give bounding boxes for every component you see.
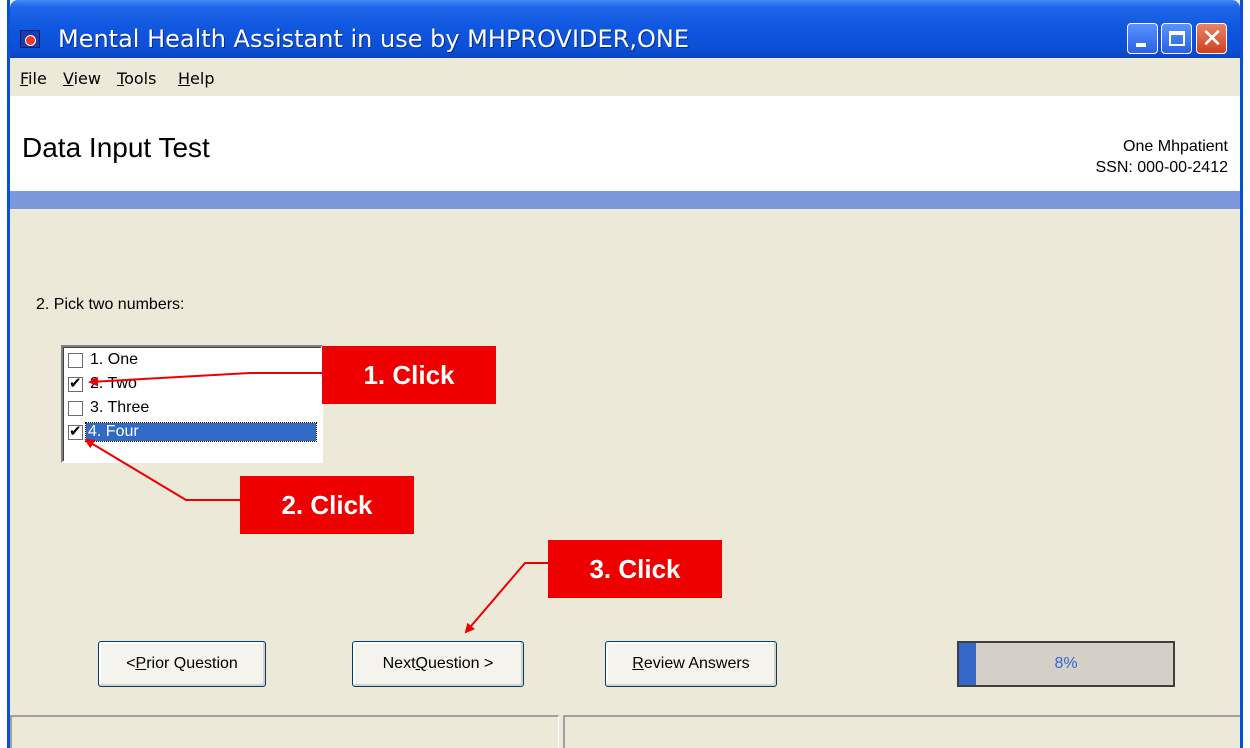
checkbox-option-2[interactable] xyxy=(68,374,83,392)
list-item[interactable]: 3. Three xyxy=(67,397,317,420)
header-divider-band xyxy=(10,191,1240,209)
menu-help[interactable]: Help xyxy=(178,69,214,88)
progress-label: 8% xyxy=(1054,655,1078,672)
menu-file[interactable]: File xyxy=(20,69,47,88)
list-item[interactable]: 2. Two xyxy=(67,373,317,396)
question-text: 2. Pick two numbers: xyxy=(36,296,185,313)
checkbox-option-1[interactable] xyxy=(68,353,83,368)
patient-name: One Mhpatient xyxy=(1123,138,1228,155)
patient-ssn: SSN: 000-00-2412 xyxy=(1095,159,1228,176)
page-title: Data Input Test xyxy=(22,132,210,163)
status-pane-left xyxy=(10,715,559,748)
callout-step-1: 1. Click xyxy=(322,346,496,404)
answer-checklist[interactable]: 1. One 2. Two 3. Three 4. Four xyxy=(61,345,323,463)
option-label: 2. Two xyxy=(90,375,137,392)
app-window: Mental Health Assistant in use by MHPROV… xyxy=(7,0,1243,748)
page-header: Data Input Test One Mhpatient SSN: 000-0… xyxy=(10,96,1240,191)
callout-step-2: 2. Click xyxy=(240,476,414,534)
callout-step-3: 3. Click xyxy=(548,540,722,598)
option-label-selected: 4. Four xyxy=(85,422,317,442)
title-bar[interactable]: Mental Health Assistant in use by MHPROV… xyxy=(10,0,1240,58)
status-pane-right xyxy=(563,715,1240,748)
maximize-button[interactable] xyxy=(1161,23,1192,54)
next-question-button[interactable]: Next Question > xyxy=(352,641,524,687)
close-icon: ✕ xyxy=(1201,24,1223,54)
menu-view[interactable]: View xyxy=(63,69,101,88)
maximize-icon xyxy=(1169,31,1185,46)
option-label: 1. One xyxy=(90,351,139,368)
close-button[interactable]: ✕ xyxy=(1196,23,1227,54)
list-item[interactable]: 1. One xyxy=(67,349,317,372)
prior-question-button[interactable]: < Prior Question xyxy=(98,641,266,687)
checkbox-option-4[interactable] xyxy=(68,422,83,440)
option-label: 3. Three xyxy=(90,399,150,416)
list-item[interactable]: 4. Four xyxy=(67,421,317,444)
review-answers-button[interactable]: Review Answers xyxy=(605,641,777,687)
app-icon[interactable] xyxy=(20,30,40,48)
window-title: Mental Health Assistant in use by MHPROV… xyxy=(58,25,690,53)
patient-info: One Mhpatient SSN: 000-00-2412 xyxy=(1095,136,1228,178)
menu-bar: File View Tools Help xyxy=(10,58,1240,96)
minimize-button[interactable] xyxy=(1127,23,1158,54)
menu-tools[interactable]: Tools xyxy=(117,69,156,88)
progress-bar: 8% xyxy=(957,641,1175,687)
checkbox-option-3[interactable] xyxy=(68,401,83,416)
minimize-icon xyxy=(1136,43,1146,47)
